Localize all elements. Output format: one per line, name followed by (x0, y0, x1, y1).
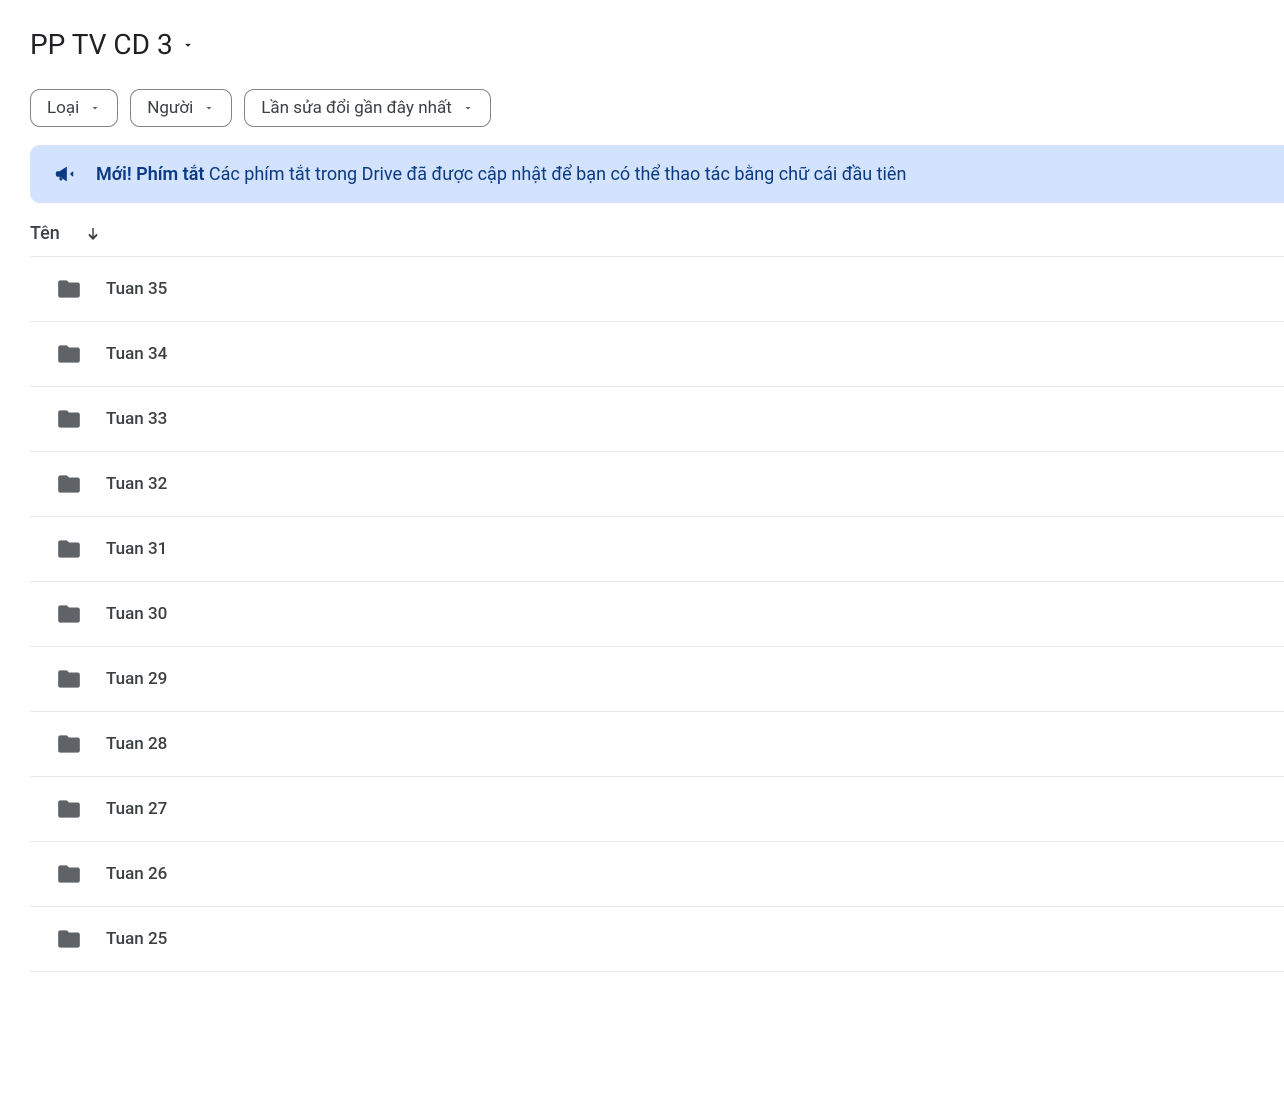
folder-icon (56, 666, 82, 692)
filter-people[interactable]: Người (130, 89, 232, 127)
megaphone-icon (54, 163, 76, 185)
folder-row[interactable]: Tuan 26 (30, 842, 1284, 907)
folder-icon (56, 341, 82, 367)
caret-down-icon[interactable] (181, 38, 195, 52)
folder-row[interactable]: Tuan 31 (30, 517, 1284, 582)
folder-name: Tuan 30 (106, 604, 167, 624)
filter-modified-label: Lần sửa đổi gần đây nhất (261, 98, 451, 118)
banner-message: Các phím tắt trong Drive đã được cập nhậ… (204, 164, 906, 185)
folder-row[interactable]: Tuan 29 (30, 647, 1284, 712)
folder-icon (56, 731, 82, 757)
folder-icon (56, 861, 82, 887)
caret-down-icon (462, 102, 474, 114)
arrow-down-icon[interactable] (84, 225, 102, 243)
folder-icon (56, 601, 82, 627)
folder-name: Tuan 28 (106, 734, 167, 754)
folder-name: Tuan 27 (106, 799, 167, 819)
folder-row[interactable]: Tuan 34 (30, 322, 1284, 387)
folder-name: Tuan 25 (106, 929, 167, 949)
filter-people-label: Người (147, 98, 193, 118)
folder-name: Tuan 31 (106, 539, 167, 559)
folder-icon (56, 471, 82, 497)
folder-row[interactable]: Tuan 32 (30, 452, 1284, 517)
folder-icon (56, 276, 82, 302)
folder-row[interactable]: Tuan 33 (30, 387, 1284, 452)
folder-icon (56, 926, 82, 952)
filter-bar: Loại Người Lần sửa đổi gần đây nhất (30, 89, 1284, 127)
column-header-name[interactable]: Tên (30, 223, 60, 244)
folder-row[interactable]: Tuan 28 (30, 712, 1284, 777)
breadcrumb[interactable]: PP TV CD 3 (30, 28, 1284, 61)
folder-row[interactable]: Tuan 27 (30, 777, 1284, 842)
folder-row[interactable]: Tuan 30 (30, 582, 1284, 647)
filter-modified[interactable]: Lần sửa đổi gần đây nhất (244, 89, 490, 127)
folder-icon (56, 406, 82, 432)
folder-name: Tuan 32 (106, 474, 167, 494)
folder-row[interactable]: Tuan 25 (30, 907, 1284, 972)
folder-list: Tuan 35 Tuan 34 Tuan 33 Tuan 32 Tuan 31 (30, 257, 1284, 972)
table-header: Tên (30, 207, 1284, 257)
folder-name: Tuan 26 (106, 864, 167, 884)
folder-icon (56, 796, 82, 822)
caret-down-icon (89, 102, 101, 114)
folder-name: Tuan 35 (106, 279, 167, 299)
folder-row[interactable]: Tuan 35 (30, 257, 1284, 322)
filter-type-label: Loại (47, 98, 79, 118)
folder-name: Tuan 34 (106, 344, 167, 364)
folder-name: Tuan 29 (106, 669, 167, 689)
banner-bold: Mới! Phím tắt (96, 164, 204, 185)
caret-down-icon (203, 102, 215, 114)
info-banner: Mới! Phím tắt Các phím tắt trong Drive đ… (30, 145, 1284, 203)
folder-title[interactable]: PP TV CD 3 (30, 28, 173, 61)
banner-text: Mới! Phím tắt Các phím tắt trong Drive đ… (96, 164, 906, 185)
filter-type[interactable]: Loại (30, 89, 118, 127)
folder-name: Tuan 33 (106, 409, 167, 429)
folder-icon (56, 536, 82, 562)
